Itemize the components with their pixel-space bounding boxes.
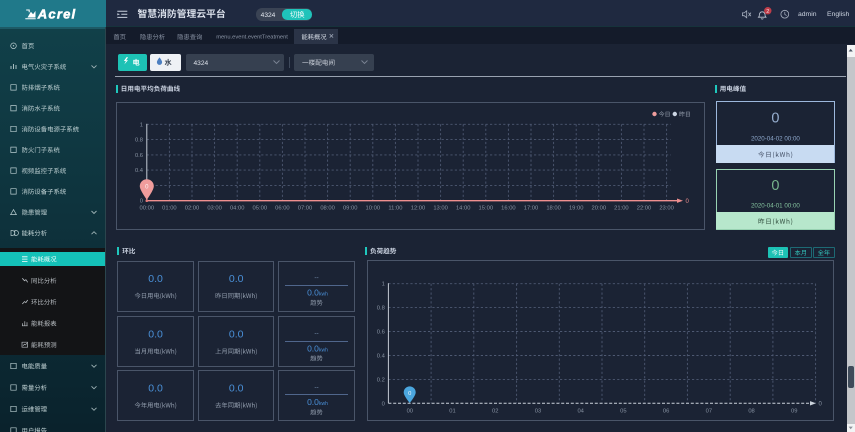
svg-text:0.8: 0.8 — [135, 138, 143, 144]
svg-text:0: 0 — [771, 111, 779, 127]
svg-text:0.0: 0.0 — [229, 273, 244, 285]
svg-text:20:00: 20:00 — [592, 206, 607, 212]
svg-text:00:00: 00:00 — [140, 206, 155, 212]
svg-text:0: 0 — [771, 178, 779, 194]
svg-text:0.0: 0.0 — [307, 288, 319, 298]
svg-text:0.6: 0.6 — [377, 330, 385, 336]
svg-text:--: -- — [314, 330, 318, 337]
svg-text:06: 06 — [663, 408, 669, 414]
svg-text:22:00: 22:00 — [637, 206, 652, 212]
svg-text:05: 05 — [620, 408, 626, 414]
svg-text:19:00: 19:00 — [569, 206, 584, 212]
svg-text:--: -- — [314, 384, 318, 391]
svg-text:1: 1 — [382, 282, 385, 288]
svg-text:kwh: kwh — [319, 401, 328, 407]
svg-text:0.0: 0.0 — [307, 397, 319, 407]
svg-text:18:00: 18:00 — [546, 206, 561, 212]
svg-text:0.4: 0.4 — [135, 168, 144, 174]
svg-text:14:00: 14:00 — [456, 206, 471, 212]
svg-text:0.2: 0.2 — [377, 377, 385, 383]
svg-text:03:00: 03:00 — [207, 206, 222, 212]
svg-text:0.0: 0.0 — [148, 329, 163, 341]
svg-text:0.0: 0.0 — [148, 273, 163, 285]
svg-text:02: 02 — [492, 408, 498, 414]
svg-text:05:00: 05:00 — [253, 206, 268, 212]
svg-text:0.4: 0.4 — [377, 353, 386, 359]
svg-text:04:00: 04:00 — [230, 206, 245, 212]
svg-text:09:00: 09:00 — [343, 206, 358, 212]
svg-text:--: -- — [314, 274, 318, 281]
svg-text:kwh: kwh — [319, 292, 328, 298]
svg-text:0.0: 0.0 — [229, 383, 244, 395]
svg-text:0.6: 0.6 — [135, 153, 143, 159]
svg-text:0.8: 0.8 — [377, 306, 385, 312]
svg-text:Acrel: Acrel — [37, 6, 77, 21]
svg-text:0.0: 0.0 — [148, 383, 163, 395]
svg-text:16:00: 16:00 — [501, 206, 516, 212]
svg-text:2020-04-01 00:00: 2020-04-01 00:00 — [751, 202, 800, 209]
svg-text:17:00: 17:00 — [524, 206, 539, 212]
svg-text:07: 07 — [706, 408, 712, 414]
svg-text:23:00: 23:00 — [659, 206, 674, 212]
svg-text:0: 0 — [140, 199, 143, 205]
svg-text:0: 0 — [408, 391, 411, 397]
svg-text:06:00: 06:00 — [275, 206, 290, 212]
svg-text:08: 08 — [748, 408, 754, 414]
svg-text:09: 09 — [791, 408, 797, 414]
svg-text:2: 2 — [766, 9, 769, 15]
svg-text:10:00: 10:00 — [366, 206, 381, 212]
svg-text:04: 04 — [577, 408, 584, 414]
svg-text:1: 1 — [140, 122, 143, 128]
svg-text:0.0: 0.0 — [229, 329, 244, 341]
svg-text:01: 01 — [449, 408, 455, 414]
svg-text:12:00: 12:00 — [411, 206, 426, 212]
svg-text:0: 0 — [686, 199, 690, 205]
svg-text:0.0: 0.0 — [307, 343, 319, 353]
svg-text:01:00: 01:00 — [162, 206, 177, 212]
svg-text:07:00: 07:00 — [298, 206, 313, 212]
svg-text:21:00: 21:00 — [614, 206, 629, 212]
svg-text:00: 00 — [407, 408, 413, 414]
svg-text:2020-04-02 00:00: 2020-04-02 00:00 — [751, 136, 800, 143]
svg-text:English: English — [827, 11, 850, 18]
svg-text:4324: 4324 — [261, 12, 276, 19]
svg-text:admin: admin — [798, 11, 817, 18]
svg-text:03: 03 — [535, 408, 541, 414]
svg-text:13:00: 13:00 — [433, 206, 448, 212]
svg-text:15:00: 15:00 — [479, 206, 494, 212]
svg-text:4324: 4324 — [194, 60, 209, 67]
svg-text:menu.event.eventTreatment: menu.event.eventTreatment — [216, 35, 288, 41]
svg-text:08:00: 08:00 — [320, 206, 335, 212]
svg-text:0: 0 — [382, 401, 385, 407]
svg-text:02:00: 02:00 — [185, 206, 200, 212]
svg-text:kwh: kwh — [319, 347, 328, 353]
svg-text:0: 0 — [819, 402, 823, 408]
svg-text:11:00: 11:00 — [388, 206, 402, 212]
